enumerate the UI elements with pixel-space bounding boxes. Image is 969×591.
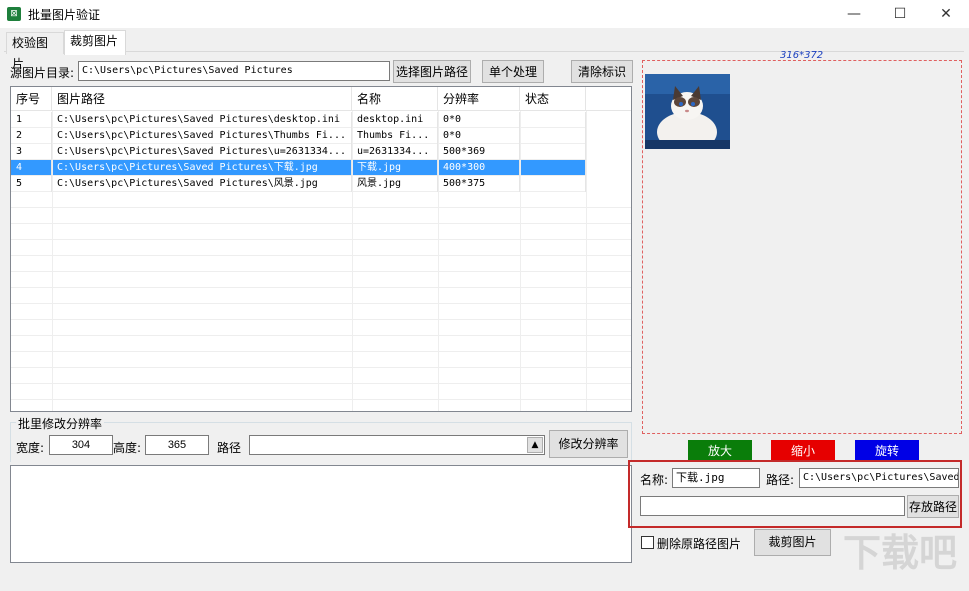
rotate-button[interactable]: 旋转 [855,440,919,462]
table-row[interactable]: 4 C:\Users\pc\Pictures\Saved Pictures\下载.… [11,160,586,176]
save-path-button[interactable]: 存放路径 [907,495,959,518]
table-header: 序号 图片路径 名称 分辨率 状态 [11,87,631,111]
delete-original-checkbox[interactable] [641,536,654,549]
column-header-name[interactable]: 名称 [352,87,438,111]
column-header-no[interactable]: 序号 [11,87,52,111]
gridline-h [11,287,631,288]
batch-group-label: 批里修改分辨率 [16,415,105,432]
cell-status [520,128,586,144]
source-dir-input[interactable]: C:\Users\pc\Pictures\Saved Pictures [78,61,390,81]
log-textarea[interactable] [10,465,632,563]
gridline-v [52,111,53,411]
cell-no: 4 [11,160,52,176]
cell-path: C:\Users\pc\Pictures\Saved Pictures\Thum… [52,128,352,144]
gridline-h [11,367,631,368]
cell-name: 风景.jpg [352,176,438,192]
save-path-input[interactable] [640,496,905,516]
cell-no: 2 [11,128,52,144]
zoom-out-button[interactable]: 缩小 [771,440,835,462]
gridline-h [11,303,631,304]
title-bar [0,0,969,28]
column-header-path[interactable]: 图片路径 [52,87,352,111]
cell-resolution: 500*369 [438,144,520,160]
select-path-button[interactable]: 选择图片路径 [393,60,471,83]
output-path-input[interactable]: C:\Users\pc\Pictures\Saved [799,468,959,488]
cell-no: 1 [11,112,52,128]
height-input[interactable]: 365 [145,435,209,455]
cell-status [520,160,586,176]
cell-path: C:\Users\pc\Pictures\Saved Pictures\u=26… [52,144,352,160]
zoom-in-button[interactable]: 放大 [688,440,752,462]
maximize-button[interactable]: ☐ [877,0,923,28]
gridline-v [520,111,521,411]
watermark-logo: 下载吧 [842,531,957,575]
table-row[interactable]: 1 C:\Users\pc\Pictures\Saved Pictures\des… [11,112,586,128]
batch-path-input[interactable] [249,435,545,455]
image-table[interactable]: 序号 图片路径 名称 分辨率 状态 1 C:\Users\pc\Pictures\… [10,86,632,412]
cat-image [645,74,730,149]
gridline-v [352,111,353,411]
source-dir-label: 源图片目录: [10,66,75,80]
table-row[interactable]: 2 C:\Users\pc\Pictures\Saved Pictures\Thu… [11,128,586,144]
path-label: 路径 [217,441,242,455]
crop-image-button[interactable]: 裁剪图片 [754,529,831,556]
path-dropdown-button[interactable]: ▲ [527,437,543,453]
gridline-h [11,255,631,256]
app-icon: ⊠ [7,7,21,21]
cell-resolution: 500*375 [438,176,520,192]
clear-marks-button[interactable]: 清除标识 [571,60,633,83]
cell-resolution: 0*0 [438,128,520,144]
gridline-h [11,319,631,320]
cell-name: u=2631334... [352,144,438,160]
column-header-status[interactable]: 状态 [520,87,586,111]
output-name-label: 名称: [640,473,669,487]
width-input[interactable]: 304 [49,435,113,455]
delete-original-label: 删除原路径图片 [657,537,742,551]
minimize-button[interactable]: — [831,0,877,28]
gridline-h [11,399,631,400]
gridline-v [586,111,587,411]
column-header-resolution[interactable]: 分辨率 [438,87,520,111]
cell-path: C:\Users\pc\Pictures\Saved Pictures\desk… [52,112,352,128]
table-row[interactable]: 3 C:\Users\pc\Pictures\Saved Pictures\u=2… [11,144,586,160]
width-label: 宽度: [16,441,45,455]
cell-name: 下载.jpg [352,160,438,176]
output-path-label: 路径: [766,473,795,487]
cell-no: 3 [11,144,52,160]
gridline-h [11,383,631,384]
cell-no: 5 [11,176,52,192]
gridline-h [11,335,631,336]
height-label: 高度: [113,441,142,455]
tab-verify[interactable]: 校验图片 [6,32,64,71]
output-name-input[interactable]: 下载.jpg [672,468,760,488]
cell-name: Thumbs Fi... [352,128,438,144]
tab-bar [4,30,964,52]
gridline-h [11,351,631,352]
cell-status [520,176,586,192]
cell-resolution: 400*300 [438,160,520,176]
gridline-h [11,239,631,240]
cell-path: C:\Users\pc\Pictures\Saved Pictures\风景.j… [52,176,352,192]
gridline-v [438,111,439,411]
cell-path: C:\Users\pc\Pictures\Saved Pictures\下载.j… [52,160,352,176]
gridline-h [11,271,631,272]
cell-name: desktop.ini [352,112,438,128]
tab-crop[interactable]: 裁剪图片 [64,30,126,55]
window-title: 批量图片验证 [28,8,101,22]
table-row[interactable]: 5 C:\Users\pc\Pictures\Saved Pictures\风景.… [11,176,586,192]
gridline-h [11,223,631,224]
modify-resolution-button[interactable]: 修改分辨率 [549,430,628,458]
close-button[interactable]: ✕ [923,0,969,28]
cell-status [520,144,586,160]
single-process-button[interactable]: 单个处理 [482,60,544,83]
cell-resolution: 0*0 [438,112,520,128]
gridline-h [11,207,631,208]
cell-status [520,112,586,128]
preview-size-label: 316*372 [780,50,824,61]
